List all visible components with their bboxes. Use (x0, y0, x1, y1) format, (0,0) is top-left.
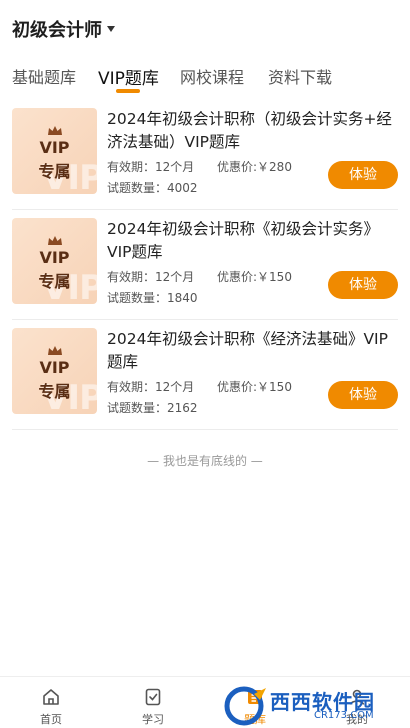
tab-online-courses[interactable]: 网校课程 (180, 64, 244, 88)
exam-title[interactable]: 初级会计师 (12, 16, 102, 42)
watermark-subtext: CR173.COM (314, 710, 374, 721)
price-text: 优惠价:￥150 (217, 270, 292, 284)
nav-home-label: 首页 (40, 713, 62, 726)
top-bar: 初级会计师 (0, 0, 410, 56)
vip-thumbnail: VIP VIP 专属 (12, 328, 97, 414)
product-card[interactable]: VIP VIP 专属 2024年初级会计职称（初级会计实务+经济法基础）VIP题… (0, 100, 410, 210)
vip-thumbnail: VIP VIP 专属 (12, 108, 97, 194)
price-text: 优惠价:￥280 (217, 160, 292, 174)
exam-selector[interactable]: 初级会计师 (12, 16, 115, 42)
thumbnail-label: 专属 (38, 382, 71, 401)
divider (12, 429, 398, 430)
study-icon (145, 688, 161, 706)
nav-study[interactable]: 学习 (102, 677, 204, 728)
validity-text: 有效期：12个月 (107, 160, 195, 174)
question-count: 试题数量：4002 (107, 181, 198, 195)
home-icon (43, 689, 59, 705)
nav-study-label: 学习 (142, 713, 164, 726)
product-title[interactable]: 2024年初级会计职称《经济法基础》VIP题库 (107, 328, 399, 374)
category-tabs: 基础题库 VIP题库 网校课程 资料下载 (0, 58, 410, 98)
thumbnail-vip-text: VIP (39, 248, 70, 267)
nav-home[interactable]: 首页 (0, 677, 102, 728)
crown-icon (48, 346, 62, 355)
product-card[interactable]: VIP VIP 专属 2024年初级会计职称《经济法基础》VIP题库 有效期：1… (0, 320, 410, 430)
tab-basic-bank[interactable]: 基础题库 (12, 64, 76, 88)
validity-text: 有效期：12个月 (107, 270, 195, 284)
thumbnail-vip-text: VIP (39, 358, 70, 377)
trial-button[interactable]: 体验 (328, 161, 398, 189)
trial-button[interactable]: 体验 (328, 271, 398, 299)
thumbnail-label: 专属 (38, 272, 71, 291)
tab-vip-bank[interactable]: VIP题库 (98, 64, 159, 89)
price-text: 优惠价:￥150 (217, 380, 292, 394)
crown-icon (48, 126, 62, 135)
site-watermark: 西西软件园 CR173.COM (218, 684, 410, 728)
end-of-list-text: — 我也是有底线的 — (147, 454, 263, 468)
product-title[interactable]: 2024年初级会计职称（初级会计实务+经济法基础）VIP题库 (107, 108, 399, 154)
product-title[interactable]: 2024年初级会计职称《初级会计实务》VIP题库 (107, 218, 399, 264)
product-card[interactable]: VIP VIP 专属 2024年初级会计职称《初级会计实务》VIP题库 有效期：… (0, 210, 410, 320)
validity-text: 有效期：12个月 (107, 380, 195, 394)
caret-down-icon[interactable] (107, 26, 115, 32)
trial-button[interactable]: 体验 (328, 381, 398, 409)
question-count: 试题数量：2162 (107, 401, 198, 415)
thumbnail-vip-text: VIP (39, 138, 70, 157)
tab-downloads[interactable]: 资料下载 (268, 64, 332, 88)
question-count: 试题数量：1840 (107, 291, 198, 305)
watermark-logo-icon (224, 686, 266, 726)
vip-thumbnail: VIP VIP 专属 (12, 218, 97, 304)
active-tab-indicator (116, 89, 140, 93)
thumbnail-label: 专属 (38, 162, 71, 181)
crown-icon (48, 236, 62, 245)
